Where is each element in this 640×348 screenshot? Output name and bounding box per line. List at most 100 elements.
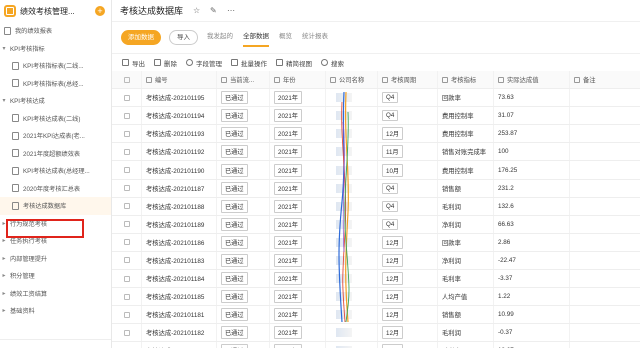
row-checkbox[interactable]: [123, 239, 130, 246]
field-manage-button[interactable]: 字段管理: [186, 58, 222, 68]
sidebar-item[interactable]: KPI考核达成表(二线): [0, 110, 111, 128]
value-tag: 2021年: [274, 217, 302, 231]
add-icon[interactable]: +: [95, 6, 105, 16]
table-row[interactable]: 考核达成-202101188 已通过 2021年 Q4 毛利润 132.6: [112, 197, 640, 216]
table-row[interactable]: 考核达成-202101190 已通过 2021年 10月 费用控制率 176.25: [112, 161, 640, 180]
row-checkbox[interactable]: [123, 167, 130, 174]
table-row[interactable]: 考核达成-202101193 已通过 2021年 12月 费用控制率 253.87: [112, 125, 640, 144]
sidebar-item[interactable]: 我的绩效报表: [0, 22, 111, 40]
cell-text: 销售额: [442, 185, 461, 193]
table-row[interactable]: 考核达成-202101185 已通过 2021年 12月 人均产值 1.22: [112, 288, 640, 307]
table-row[interactable]: 考核达成-202101189 已通过 2021年 Q4 净利润 66.63: [112, 215, 640, 234]
table-cell: 考核达成-202101194: [142, 107, 217, 125]
table-cell: 12月: [378, 288, 438, 306]
add-data-button[interactable]: 添加数据: [121, 29, 161, 45]
table-cell: 已通过: [217, 324, 270, 342]
row-checkbox[interactable]: [123, 94, 130, 101]
table-row[interactable]: 考核达成-202101194 已通过 2021年 Q4 费用控制率 31.07: [112, 107, 640, 126]
cell-text: 毛利润: [442, 203, 461, 211]
table-cell: 11月: [378, 143, 438, 161]
chevron-right-icon[interactable]: ▸: [0, 290, 8, 297]
import-button[interactable]: 导入: [169, 29, 198, 45]
table-row[interactable]: 考核达成-202101182 已通过 2021年 12月 毛利润 -0.37: [112, 324, 640, 343]
table-cell: 2021年: [270, 270, 326, 288]
chevron-right-icon[interactable]: ▸: [0, 272, 8, 279]
chevron-right-icon[interactable]: ▸: [0, 255, 8, 262]
row-checkbox[interactable]: [123, 148, 130, 155]
table-cell: 净利润: [438, 251, 494, 270]
edit-icon[interactable]: ✎: [210, 6, 218, 15]
table-cell: 66.63: [494, 215, 570, 233]
sidebar-item[interactable]: 2020年度考核汇总表: [0, 180, 111, 198]
table-row[interactable]: 考核达成-202101187 已通过 2021年 Q4 销售额 231.2: [112, 179, 640, 198]
sidebar-item[interactable]: KPI考核指标表(总经...: [0, 75, 111, 93]
value-tag: 2021年: [274, 235, 302, 249]
table-row[interactable]: 考核达成-202101186 已通过 2021年 12月 回款率 2.86: [112, 233, 640, 252]
row-select-cell: [112, 161, 142, 179]
row-checkbox[interactable]: [123, 311, 130, 318]
sidebar-item[interactable]: 考核达成数据库: [0, 197, 111, 215]
col-header[interactable]: 编号: [142, 71, 217, 89]
sidebar-item[interactable]: KPI考核达成表(总经理...: [0, 162, 111, 180]
col-header[interactable]: 备注: [570, 71, 640, 88]
table-cell: 考核达成-202101178: [142, 342, 217, 348]
table-row[interactable]: 考核达成-202101178 已通过 2021年 11月 毛利率18.67: [112, 342, 640, 348]
sidebar-item[interactable]: ▸ 积分管理: [0, 267, 111, 285]
search-icon: [321, 59, 328, 66]
sidebar-item[interactable]: 2021年KPI达成表(老...: [0, 127, 111, 145]
table-cell: [570, 180, 640, 197]
sidebar-item[interactable]: 2021年度超额绩效表: [0, 145, 111, 163]
sidebar-item[interactable]: ▸ 内部管理提升: [0, 250, 111, 268]
more-icon[interactable]: ⋯: [227, 6, 235, 15]
chevron-right-icon[interactable]: ▸: [0, 237, 8, 244]
field-icon: [498, 76, 504, 83]
row-checkbox[interactable]: [123, 293, 130, 300]
table-row[interactable]: 考核达成-202101184 已通过 2021年 12月 毛利率 -3.37: [112, 270, 640, 289]
page-header: 考核达成数据库 ☆ ✎ ⋯: [112, 0, 640, 22]
export-button[interactable]: 导出: [122, 58, 145, 68]
delete-button[interactable]: 删除: [154, 58, 177, 68]
table-cell: 考核达成-202101195: [142, 89, 217, 107]
sidebar-item[interactable]: ▸ 基础资料: [0, 302, 111, 320]
tab-mine[interactable]: 我发起的: [207, 27, 233, 47]
chevron-down-icon[interactable]: ▾: [0, 45, 8, 52]
table-row[interactable]: 考核达成-202101183 已通过 2021年 12月 净利润 -22.47: [112, 251, 640, 271]
batch-button[interactable]: 批量操作: [231, 58, 267, 68]
tab-reports[interactable]: 统计报表: [302, 27, 328, 47]
table-row[interactable]: 考核达成-202101192 已通过 2021年 11月 销售对账完成率 100: [112, 143, 640, 162]
search-button[interactable]: 搜索: [321, 58, 344, 68]
row-checkbox[interactable]: [123, 275, 130, 282]
col-header[interactable]: 年份: [270, 71, 326, 89]
table-row[interactable]: 考核达成-202101195 已通过 2021年 Q4 回款率 73.63: [112, 89, 640, 108]
select-all-checkbox[interactable]: [123, 76, 130, 83]
sidebar-item[interactable]: KPI考核指标表(二线...: [0, 57, 111, 75]
col-header[interactable]: 考核指标: [438, 71, 494, 89]
tab-all-data[interactable]: 全部数据: [243, 27, 269, 47]
view-button[interactable]: 精简视图: [276, 58, 312, 68]
cell-text: 考核达成-202101190: [146, 167, 205, 175]
table-cell: 毛利润: [438, 197, 494, 215]
table-cell: [570, 252, 640, 269]
app-title[interactable]: 绩效考核管理...: [20, 6, 87, 17]
row-checkbox[interactable]: [123, 257, 130, 264]
tab-overview[interactable]: 概览: [279, 27, 292, 47]
row-checkbox[interactable]: [123, 203, 130, 210]
col-header[interactable]: 公司名称: [326, 71, 378, 89]
col-header[interactable]: 考核周期: [378, 71, 438, 89]
sidebar-item[interactable]: ▸ 绩效工资结算: [0, 285, 111, 303]
table-row[interactable]: 考核达成-202101181 已通过 2021年 12月 销售额 10.99: [112, 306, 640, 325]
row-checkbox[interactable]: [123, 112, 130, 119]
sidebar-item[interactable]: ▾ KPI考核指标: [0, 40, 111, 58]
sidebar-item[interactable]: ▾ KPI考核达成: [0, 92, 111, 110]
table-cell: Q4: [378, 179, 438, 197]
row-checkbox[interactable]: [123, 130, 130, 137]
row-checkbox[interactable]: [123, 329, 130, 336]
col-header[interactable]: 实际达成值: [494, 71, 570, 89]
row-checkbox[interactable]: [123, 221, 130, 228]
chevron-down-icon[interactable]: ▾: [0, 97, 8, 104]
row-checkbox[interactable]: [123, 185, 130, 192]
value-tag: 2021年: [274, 308, 302, 322]
col-header[interactable]: 当前流...: [217, 71, 270, 89]
chevron-right-icon[interactable]: ▸: [0, 307, 8, 314]
star-icon[interactable]: ☆: [193, 6, 201, 15]
